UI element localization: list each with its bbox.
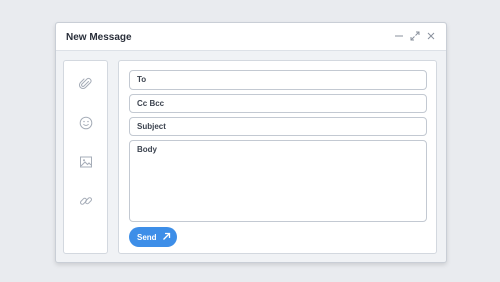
to-field[interactable]: To [129, 70, 427, 90]
subject-label: Subject [137, 122, 166, 131]
close-icon[interactable] [426, 29, 436, 43]
compose-window: New Message To Cc Bcc Subject Body Send [55, 22, 447, 263]
cc-bcc-label: Cc Bcc [137, 99, 165, 108]
link-icon[interactable] [79, 194, 93, 208]
to-label: To [137, 75, 147, 84]
image-icon[interactable] [79, 155, 93, 169]
arrow-up-right-icon [162, 232, 171, 243]
send-button[interactable]: Send [129, 227, 177, 247]
minimize-icon[interactable] [394, 29, 404, 43]
body-label: Body [137, 145, 157, 154]
body-field[interactable]: Body [129, 140, 427, 222]
attachment-sidebar [63, 60, 108, 254]
compose-form: To Cc Bcc Subject Body Send [118, 60, 437, 254]
window-controls [394, 29, 436, 43]
expand-icon[interactable] [410, 29, 420, 43]
send-label: Send [137, 232, 157, 242]
paperclip-icon[interactable] [79, 77, 93, 91]
subject-field[interactable]: Subject [129, 117, 427, 136]
cc-bcc-field[interactable]: Cc Bcc [129, 94, 427, 113]
window-title: New Message [66, 32, 132, 43]
title-bar: New Message [56, 23, 446, 51]
emoji-icon[interactable] [79, 116, 93, 130]
